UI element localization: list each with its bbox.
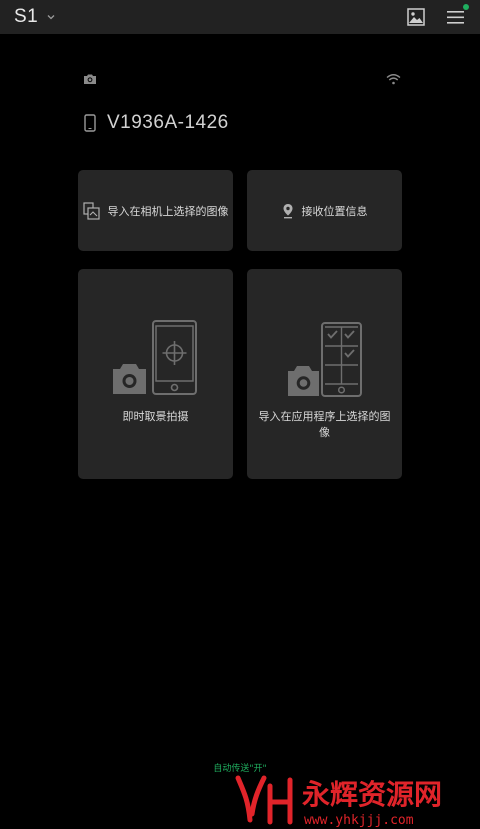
phone-icon [84, 114, 96, 132]
device-name: V1936A-1426 [107, 112, 229, 133]
menu-button[interactable] [445, 4, 469, 28]
import-camera-selected-label: 导入在相机上选择的图像 [107, 204, 229, 218]
wifi-icon [386, 74, 401, 85]
location-pin-icon [283, 203, 292, 218]
watermark-brand: 永辉资源网 [302, 778, 442, 811]
gallery-icon[interactable] [405, 6, 427, 28]
remote-shooting-button[interactable]: 即时取景拍摄 [78, 269, 233, 479]
camera-phone-icon [113, 320, 197, 395]
import-app-selected-label: 导入在应用程序上选择的图像 [258, 410, 391, 439]
camera-model-selector[interactable]: S1 [14, 4, 56, 30]
receive-location-button[interactable]: 接收位置信息 [247, 170, 402, 251]
camera-icon [84, 74, 96, 84]
notification-dot [463, 4, 469, 10]
top-bar: S1 [0, 0, 480, 34]
remote-shooting-label: 即时取景拍摄 [122, 410, 189, 423]
import-images-icon [82, 201, 100, 220]
watermark-logo: 永辉资源网 www.yhkjjj.com [235, 775, 442, 828]
receive-location-label: 接收位置信息 [301, 204, 368, 218]
import-app-selected-button[interactable]: 导入在应用程序上选择的图像 [247, 269, 402, 479]
camera-phone-select-icon [288, 322, 362, 397]
chevron-down-icon [47, 15, 55, 20]
connected-device: V1936A-1426 [84, 112, 229, 134]
watermark-url: www.yhkjjj.com [304, 813, 414, 828]
import-camera-selected-button[interactable]: 导入在相机上选择的图像 [78, 170, 233, 251]
camera-model-name: S1 [14, 6, 39, 27]
